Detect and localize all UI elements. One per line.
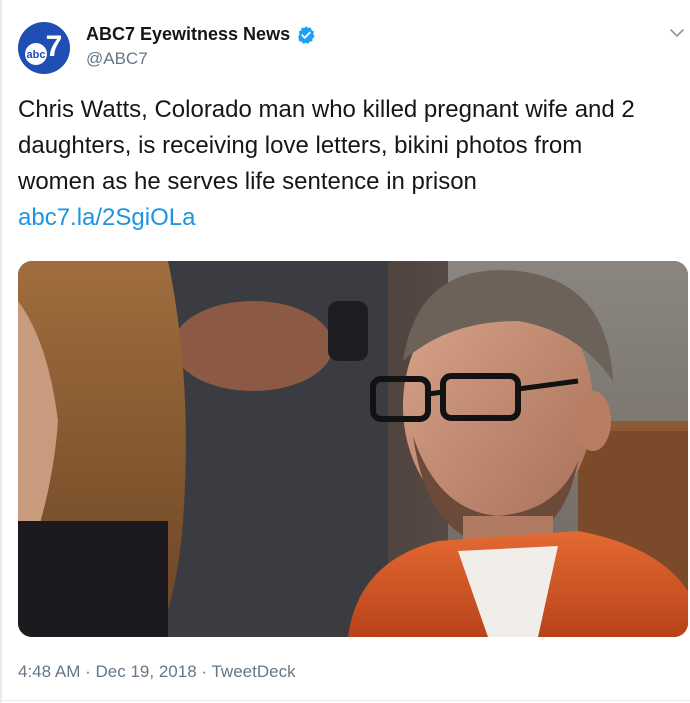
- tweet-date[interactable]: Dec 19, 2018: [96, 662, 197, 681]
- verified-badge-icon: [298, 25, 315, 44]
- divider: [0, 700, 690, 701]
- account-name[interactable]: ABC7 Eyewitness News: [86, 24, 290, 45]
- logo-text: abc: [27, 49, 46, 61]
- tweet-text-line: daughters, is receiving love letters, bi…: [18, 132, 583, 159]
- tweet-text-line: Chris Watts, Colorado man who killed pre…: [18, 96, 635, 123]
- tweet-text-line: women as he serves life sentence in pris…: [18, 168, 477, 195]
- tweet-photo[interactable]: [18, 261, 688, 637]
- account-avatar[interactable]: abc 7: [18, 22, 70, 74]
- tweet-link[interactable]: abc7.la/2SgiOLa: [18, 200, 678, 236]
- separator: ·: [85, 662, 91, 681]
- chevron-down-icon[interactable]: [670, 28, 684, 38]
- tweet-source[interactable]: TweetDeck: [211, 662, 295, 681]
- abc7-logo-icon: abc 7: [18, 22, 70, 74]
- account-handle[interactable]: @ABC7: [86, 49, 148, 69]
- divider: [0, 0, 2, 703]
- account-name-row[interactable]: ABC7 Eyewitness News: [86, 24, 316, 45]
- courtroom-photo: [18, 261, 688, 637]
- logo-number: 7: [46, 30, 63, 63]
- tweet-meta: 4:48 AM · Dec 19, 2018 · TweetDeck: [18, 662, 296, 682]
- separator: ·: [201, 662, 208, 681]
- tweet-card: abc 7 ABC7 Eyewitness News @ABC7 Chris W…: [0, 0, 690, 703]
- tweet-text: Chris Watts, Colorado man who killed pre…: [18, 92, 678, 236]
- tweet-time[interactable]: 4:48 AM: [18, 662, 80, 681]
